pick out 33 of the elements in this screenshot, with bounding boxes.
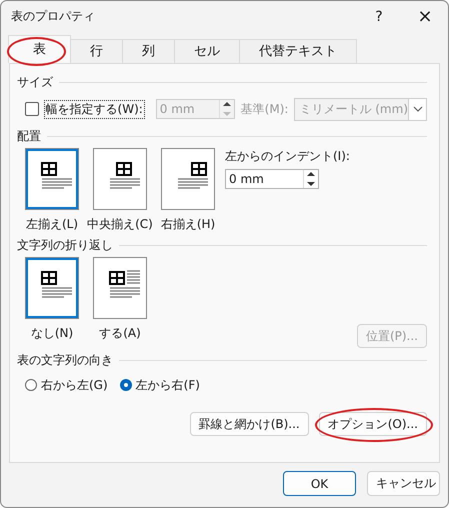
ok-button[interactable]: OK xyxy=(283,471,356,496)
tab[interactable]: 表 xyxy=(8,35,71,63)
close-button[interactable]: × xyxy=(402,6,448,27)
alignment-option[interactable] xyxy=(25,148,79,210)
cancel-button[interactable]: キャンセル xyxy=(367,471,440,496)
radio-button[interactable] xyxy=(25,379,37,391)
section-heading: 表の文字列の向き xyxy=(17,352,113,369)
options-button[interactable]: オプション(O)... xyxy=(318,412,427,436)
checkbox[interactable] xyxy=(25,102,39,116)
radio-label[interactable]: 右から左(G) xyxy=(41,376,108,394)
wrapping-option[interactable] xyxy=(93,257,147,319)
tab[interactable]: 代替テキスト xyxy=(239,39,357,63)
basis-label: 基準(M): xyxy=(240,100,288,118)
section-heading: サイズ xyxy=(17,74,53,91)
indent-label: 左からのインデント(I): xyxy=(225,148,350,165)
wrapping-label: する(A) xyxy=(99,325,141,342)
section-heading: 配置 xyxy=(17,128,41,145)
alignment-option[interactable] xyxy=(161,148,215,210)
help-button[interactable]: ? xyxy=(356,8,402,24)
wrapping-label: なし(N) xyxy=(30,325,74,342)
chevron-down-icon xyxy=(412,106,422,112)
section-heading: 文字列の折り返し xyxy=(17,237,113,254)
alignment-label: 中央揃え(C) xyxy=(87,216,153,233)
alignment-option[interactable] xyxy=(93,148,147,210)
radio-button[interactable] xyxy=(120,379,132,391)
checkbox-label[interactable]: 幅を指定する(W): xyxy=(44,100,144,118)
borders-button[interactable]: 罫線と網かけ(B)... xyxy=(190,412,309,436)
radio-label[interactable]: 左から右(F) xyxy=(136,376,200,394)
wrapping-option[interactable] xyxy=(25,257,79,319)
alignment-label: 左揃え(L) xyxy=(26,216,78,233)
window-title: 表のプロパティ xyxy=(11,8,96,25)
alignment-label: 右揃え(H) xyxy=(160,216,216,233)
indent-spin-field[interactable]: 0 mm xyxy=(225,169,319,189)
